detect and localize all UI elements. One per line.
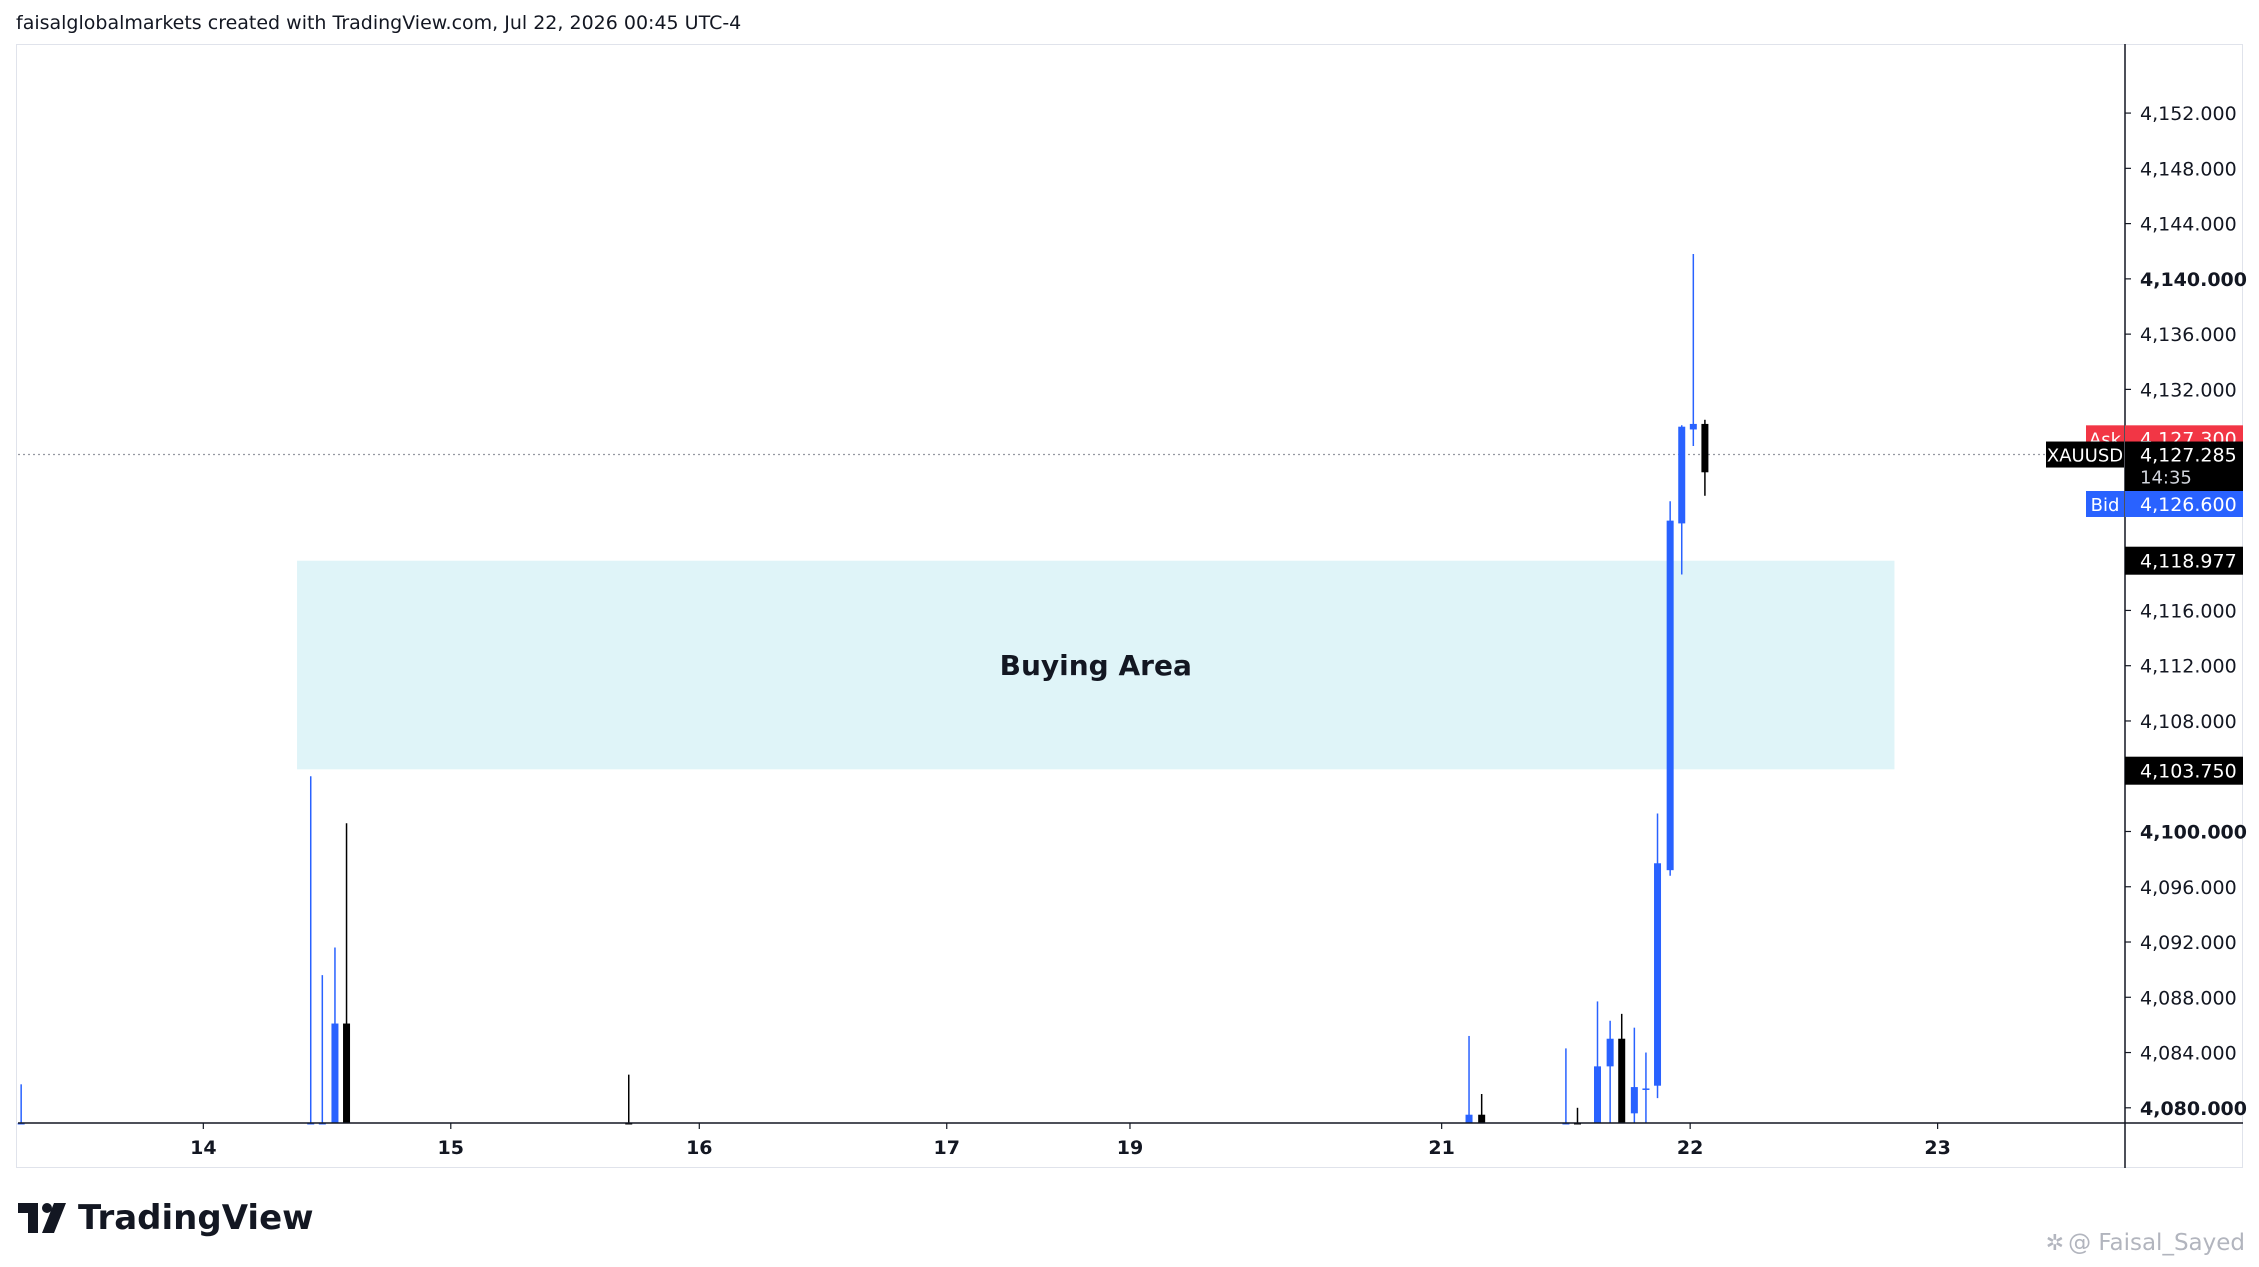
zone-bottom-value: 4,103.750 <box>2140 761 2237 783</box>
candle-body <box>1618 1038 1626 1123</box>
candle-body <box>1701 423 1709 473</box>
watermark-text: @ Faisal_Sayed <box>2068 1230 2245 1256</box>
x-tick-label: 15 <box>438 1137 464 1159</box>
candle-body <box>1666 520 1674 871</box>
y-tick-label: 4,136.000 <box>2140 324 2237 346</box>
bid-value: 4,126.600 <box>2140 494 2237 516</box>
bid-label: Bid <box>2091 495 2120 516</box>
y-tick-label: 4,144.000 <box>2140 214 2237 236</box>
candle-body <box>1630 1087 1638 1114</box>
y-tick-label: 4,084.000 <box>2140 1043 2237 1065</box>
countdown-value: 14:35 <box>2140 468 2192 489</box>
y-tick-label: 4,080.000 <box>2140 1098 2247 1120</box>
symbol-label: XAUUSD <box>2047 446 2123 467</box>
x-tick-label: 16 <box>686 1137 712 1159</box>
x-tick-label: 23 <box>1924 1137 1950 1159</box>
tradingview-logo[interactable]: TradingView <box>18 1198 314 1238</box>
x-tick-label: 19 <box>1117 1137 1143 1159</box>
y-tick-label: 4,152.000 <box>2140 103 2237 125</box>
candle-body <box>1642 1088 1650 1090</box>
candle-body <box>343 1023 351 1123</box>
y-tick-label: 4,148.000 <box>2140 158 2237 180</box>
y-axis-ticks: 4,080.000 4,084.000 4,088.000 4,092.000 4,09… <box>2125 103 2247 1120</box>
x-axis-ticks: 14 15 16 17 19 21 22 23 <box>190 1123 1951 1159</box>
y-tick-label: 4,112.000 <box>2140 656 2237 678</box>
candle-body <box>1594 1066 1601 1123</box>
buying-area-zone: Buying Area <box>297 560 1895 770</box>
watermark-icon: ✲ <box>2045 1231 2065 1256</box>
candle-body <box>331 1023 339 1123</box>
zone-top-value: 4,118.977 <box>2140 551 2237 573</box>
y-tick-label: 4,092.000 <box>2140 932 2237 954</box>
x-tick-label: 21 <box>1428 1137 1454 1159</box>
x-tick-label: 14 <box>190 1137 216 1159</box>
last-price-value: 4,127.285 <box>2140 445 2237 467</box>
brand-name: TradingView <box>78 1198 314 1238</box>
candle-body <box>1654 863 1662 1086</box>
candle-body <box>1678 426 1686 524</box>
y-tick-label: 4,132.000 <box>2140 379 2237 401</box>
candle-body <box>1606 1038 1614 1067</box>
x-tick-label: 17 <box>934 1137 960 1159</box>
price-chart[interactable]: Buying Area 4,080.0004,084.0004,088.0004… <box>0 0 2259 1190</box>
y-tick-label: 4,140.000 <box>2140 269 2247 291</box>
author-watermark: ✲ @ Faisal_Sayed <box>2046 1230 2245 1256</box>
x-tick-label: 22 <box>1677 1137 1703 1159</box>
candle-body <box>1478 1114 1486 1123</box>
candle-body <box>1689 423 1697 430</box>
y-tick-label: 4,096.000 <box>2140 877 2237 899</box>
tradingview-logo-icon <box>18 1203 66 1233</box>
y-tick-label: 4,108.000 <box>2140 711 2237 733</box>
y-tick-label: 4,088.000 <box>2140 987 2237 1009</box>
y-tick-label: 4,116.000 <box>2140 600 2237 622</box>
candle-body <box>1465 1114 1473 1123</box>
buying-area-label: Buying Area <box>1000 649 1192 682</box>
y-tick-label: 4,100.000 <box>2140 821 2247 843</box>
